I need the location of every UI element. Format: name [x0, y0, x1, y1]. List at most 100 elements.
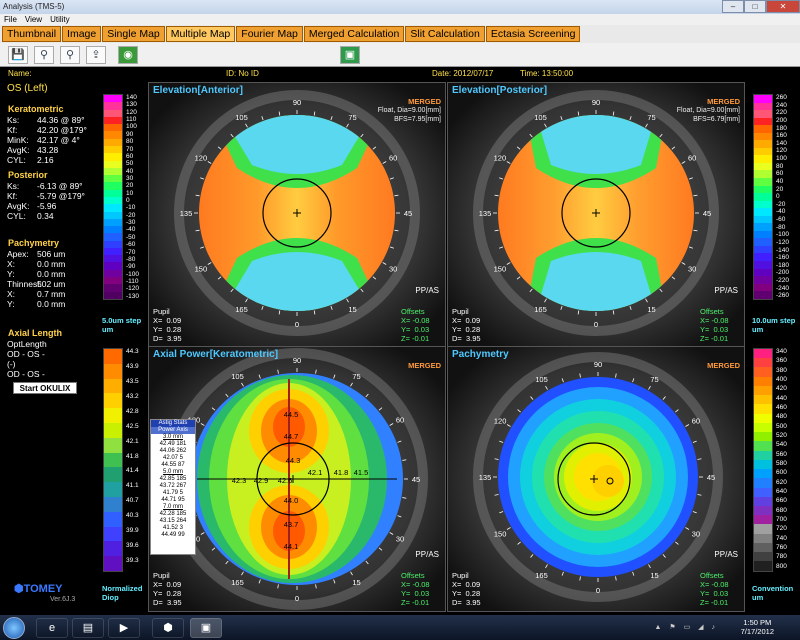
pachy-scale-swatch: [754, 459, 772, 470]
pachymetry-value: 0.0 mm: [37, 259, 66, 269]
pachy-scale-swatch: [754, 542, 772, 553]
start-okulix-button[interactable]: Start OKULIX: [13, 382, 77, 394]
pachy-scale-label: 440: [776, 394, 787, 402]
pachy-scale-label: 600: [776, 469, 787, 477]
menu-file[interactable]: File: [4, 14, 17, 25]
elev-anterior-scale-label: -30: [126, 219, 136, 227]
pachymetry-value: 0.7 mm: [37, 289, 66, 299]
capture-icon[interactable]: ◉: [118, 46, 138, 64]
elev-anterior-scale-label: -70: [126, 248, 136, 256]
explorer-icon[interactable]: ▤: [72, 618, 104, 638]
name-label: Name:: [8, 69, 32, 78]
start-button[interactable]: [3, 617, 25, 639]
elev-posterior-scale-swatch: [754, 268, 772, 277]
keratometric-key: CYL:: [7, 155, 26, 165]
angle-label: 15: [348, 305, 356, 314]
pachymetry-value: 0.0 mm: [37, 269, 66, 279]
tab-ectasia-screening[interactable]: Ectasia Screening: [485, 26, 581, 42]
tab-single-map[interactable]: Single Map: [102, 26, 165, 42]
tab-fourier-map[interactable]: Fourier Map: [236, 26, 303, 42]
scan-icon[interactable]: ⚲: [34, 46, 54, 64]
angle-label: 75: [348, 113, 356, 122]
elev-anterior-scale-swatch: [104, 233, 122, 241]
axial-scale-swatch: [104, 452, 122, 468]
elev-anterior-scale-swatch: [104, 109, 122, 117]
ie-icon[interactable]: e: [36, 618, 68, 638]
tab-multiple-map[interactable]: Multiple Map: [165, 26, 236, 42]
tab-merged-calculation[interactable]: Merged Calculation: [303, 26, 405, 42]
green-camera-icon[interactable]: ▣: [340, 46, 360, 64]
angle-label: 150: [494, 530, 507, 539]
axial-value-label: 42.6: [278, 476, 293, 485]
pachy-scale-swatch: [754, 422, 772, 433]
exam-time: Time: 13:50:00: [520, 69, 574, 78]
angle-label: 0: [295, 320, 299, 329]
posterior-key: CYL:: [7, 211, 26, 221]
elev-posterior-scale-swatch: [754, 102, 772, 111]
astig-stats-table: Astig Stats Power Axis 3.0 mm 42.49 181 44…: [150, 419, 196, 555]
posterior-row: Kf: -5.79 @179°: [7, 191, 99, 201]
axial-scale-swatch: [104, 511, 122, 527]
axial-scale-label: 39.6: [126, 542, 139, 550]
elev-anterior-scale-label: 80: [126, 138, 134, 146]
elev-posterior-scale-label: 180: [776, 124, 787, 132]
save-icon[interactable]: 💾: [8, 46, 28, 64]
ppas-label: PP/AS: [714, 550, 738, 559]
clock[interactable]: 1:50 PM 7/17/2012: [741, 618, 774, 636]
scale-caption: 10.0um step um: [752, 316, 796, 334]
pachy-scale-swatch: [754, 395, 772, 405]
elev-posterior-scale-swatch: [754, 185, 772, 194]
media-player-icon[interactable]: ▶: [108, 618, 140, 638]
elev-anterior-scale-swatch: [104, 153, 122, 161]
pachymetry-row: X: 0.0 mm: [7, 259, 99, 269]
pachy-scale-swatch: [754, 478, 772, 488]
elev-posterior-scale-swatch: [754, 283, 772, 292]
analysis-window-icon[interactable]: ▣: [190, 618, 222, 638]
elev-posterior-scale-swatch: [754, 147, 772, 156]
axial-scale-label: 43.2: [126, 392, 139, 400]
close-button[interactable]: ✕: [766, 0, 800, 13]
pachy-scale-swatch: [754, 413, 772, 423]
elev-posterior-scale-swatch: [754, 261, 772, 269]
minimize-button[interactable]: –: [722, 0, 744, 13]
axial-value-label: 44.3: [286, 456, 301, 465]
axial-od-row-2: OD - OS -: [7, 369, 45, 379]
keratometric-value: 42.20 @179°: [37, 125, 87, 135]
tab-slit-calculation[interactable]: Slit Calculation: [405, 26, 485, 42]
map-title: Elevation[Anterior]: [153, 85, 244, 96]
menu-view[interactable]: View: [25, 14, 42, 25]
keratometric-row: MinK: 42.17 @ 4°: [7, 135, 99, 145]
axial-value-label: 44.7: [284, 432, 299, 441]
tomey-app-icon[interactable]: ⬢: [152, 618, 184, 638]
axial-value-label: 42.1: [308, 468, 323, 477]
map-elevation-anterior[interactable]: 90 75 60 45 30 15 0 165 150 135 120 105 Elevation[A…: [148, 82, 446, 348]
elev-posterior-scale-swatch: [754, 125, 772, 133]
axial-scale-swatch: [104, 378, 122, 394]
axial-scale-label: 40.7: [126, 497, 139, 505]
menu-utility[interactable]: Utility: [50, 14, 70, 25]
tab-image[interactable]: Image: [62, 26, 102, 42]
axial-scale-label: 39.9: [126, 527, 139, 535]
map-pachymetry[interactable]: 90 75 60 45 30 15 0 165 150 135 120 105 Pachymetry …: [447, 346, 745, 612]
elev-anterior-scale-swatch: [104, 175, 122, 183]
pupil-info: Pupil X= 0.09 Y= 0.28 D= 3.95: [153, 571, 182, 607]
astig-row: 42.07 5: [162, 455, 184, 461]
maximize-button[interactable]: □: [744, 0, 766, 13]
elev-anterior-scale-swatch: [104, 145, 122, 154]
astig-row: 41.79 5: [162, 490, 184, 496]
astig-row: 42.28 185: [159, 511, 187, 517]
export-icon[interactable]: ⇪: [86, 46, 106, 64]
pachy-scale-label: 360: [776, 357, 787, 365]
scan2-icon[interactable]: ⚲: [60, 46, 80, 64]
tab-thumbnail[interactable]: Thumbnail: [2, 26, 62, 42]
map-elevation-posterior[interactable]: 90 75 60 45 30 15 0 165 150 135 120 105 Elevation[P…: [447, 82, 745, 348]
elev-anterior-scale-swatch: [104, 204, 122, 212]
tomey-logo: ⬢TOMEY: [14, 583, 63, 595]
axial-value-label: 42.9: [254, 476, 269, 485]
axial-scale-swatch: [104, 556, 122, 571]
pachymetry-row: Y: 0.0 mm: [7, 299, 99, 309]
angle-label: 75: [352, 372, 360, 381]
elev-anterior-scale-label: 140: [126, 94, 137, 101]
elev-posterior-scale-label: -100: [776, 231, 790, 239]
title-bar: Analysis (TMS-5) – □ ✕: [0, 0, 800, 14]
